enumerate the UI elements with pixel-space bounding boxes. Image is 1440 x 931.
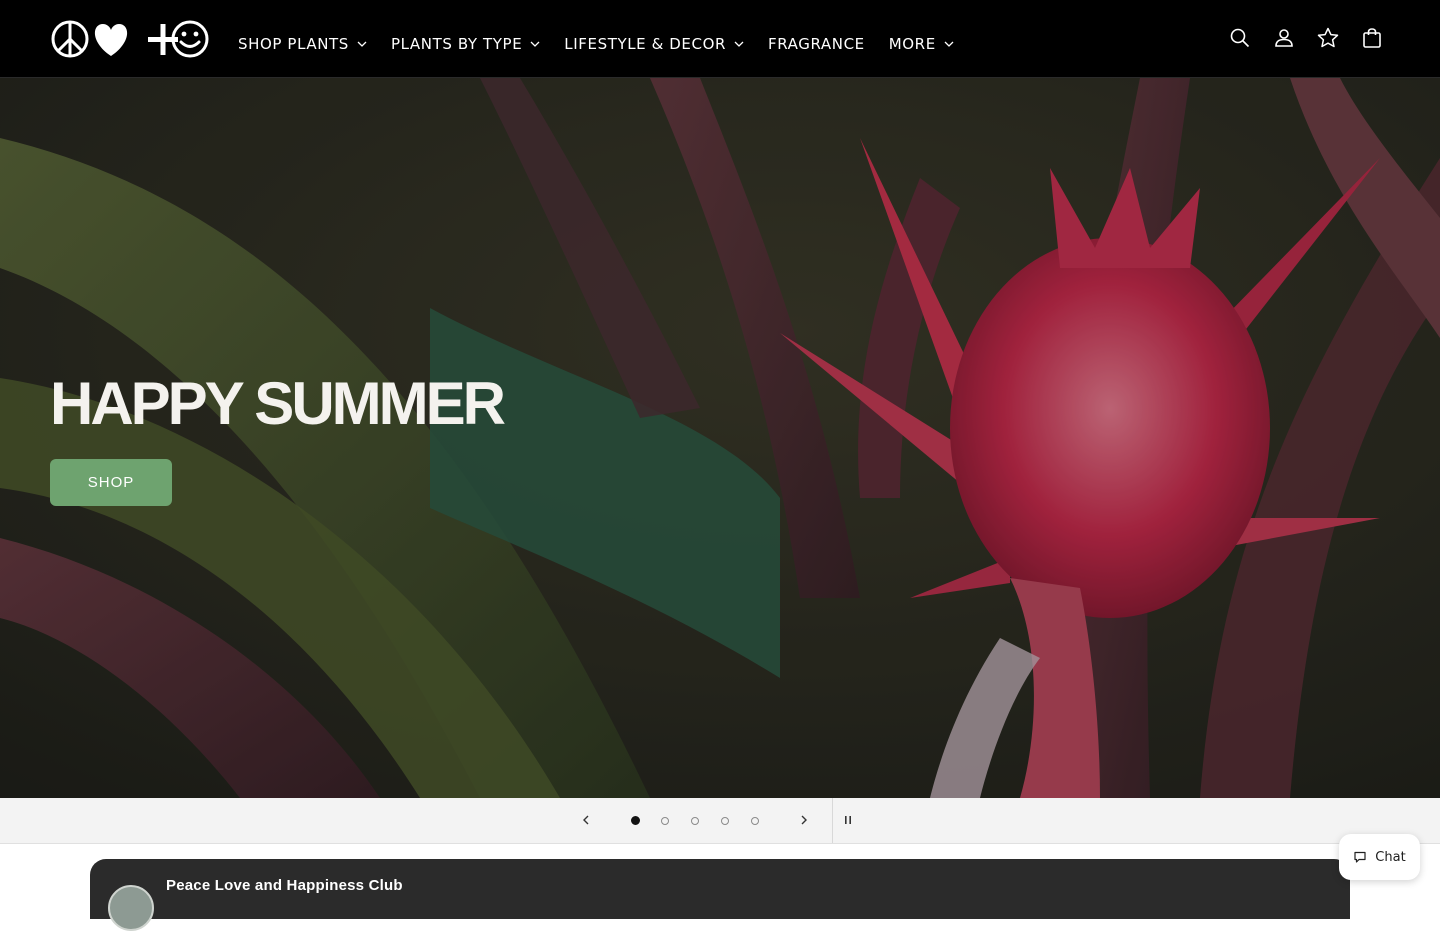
account-icon — [1275, 29, 1293, 47]
nav-label: FRAGRANCE — [768, 34, 865, 53]
pause-slideshow-button[interactable] — [836, 806, 860, 834]
nav-shop-plants[interactable]: SHOP PLANTS — [226, 24, 379, 64]
cart-icon — [1363, 28, 1381, 48]
header-actions — [1222, 16, 1390, 60]
star-icon — [1317, 27, 1339, 48]
chat-button[interactable]: Chat — [1339, 834, 1420, 880]
chevron-down-icon — [357, 41, 367, 47]
search-button[interactable] — [1222, 16, 1258, 60]
slideshow-controls — [0, 798, 1440, 844]
chevron-down-icon — [734, 41, 744, 47]
search-icon — [1230, 28, 1250, 48]
chat-label: Chat — [1375, 849, 1406, 865]
avatar — [108, 885, 154, 931]
nav-label: LIFESTYLE & DECOR — [564, 34, 727, 53]
slide-dot-1[interactable] — [620, 806, 650, 836]
slide-dot-5[interactable] — [740, 806, 770, 836]
hero-banner: HAPPY SUMMER SHOP — [0, 78, 1440, 798]
controls-divider — [832, 798, 833, 843]
nav-fragrance[interactable]: FRAGRANCE — [756, 24, 877, 64]
cart-button[interactable] — [1354, 16, 1390, 60]
logo[interactable] — [50, 18, 210, 60]
main-nav: SHOP PLANTS PLANTS BY TYPE LIFESTYLE & D… — [226, 0, 966, 77]
nav-label: MORE — [888, 34, 936, 53]
nav-plants-by-type[interactable]: PLANTS BY TYPE — [379, 24, 552, 64]
chevron-down-icon — [530, 41, 540, 47]
slide-dot-4[interactable] — [710, 806, 740, 836]
slide-dot-3[interactable] — [680, 806, 710, 836]
club-card: Peace Love and Happiness Club — [90, 859, 1350, 931]
chevron-right-icon — [801, 815, 807, 825]
chat-bubble-icon — [1354, 851, 1366, 863]
hero-title: HAPPY SUMMER — [50, 370, 506, 437]
nav-lifestyle-decor[interactable]: LIFESTYLE & DECOR — [552, 24, 756, 64]
chevron-left-icon — [583, 815, 589, 825]
wishlist-button[interactable] — [1310, 16, 1346, 60]
chevron-down-icon — [944, 41, 954, 47]
nav-label: PLANTS BY TYPE — [390, 34, 523, 53]
nav-label: SHOP PLANTS — [238, 34, 349, 53]
pause-icon — [845, 816, 851, 824]
club-title: Peace Love and Happiness Club — [166, 877, 403, 894]
account-button[interactable] — [1266, 16, 1302, 60]
next-slide-button[interactable] — [790, 806, 818, 834]
site-header: SHOP PLANTS PLANTS BY TYPE LIFESTYLE & D… — [0, 0, 1440, 78]
slide-dots — [620, 798, 770, 843]
previous-slide-button[interactable] — [572, 806, 600, 834]
slide-dot-2[interactable] — [650, 806, 680, 836]
nav-more[interactable]: MORE — [877, 24, 966, 64]
shop-button[interactable]: SHOP — [50, 459, 172, 506]
